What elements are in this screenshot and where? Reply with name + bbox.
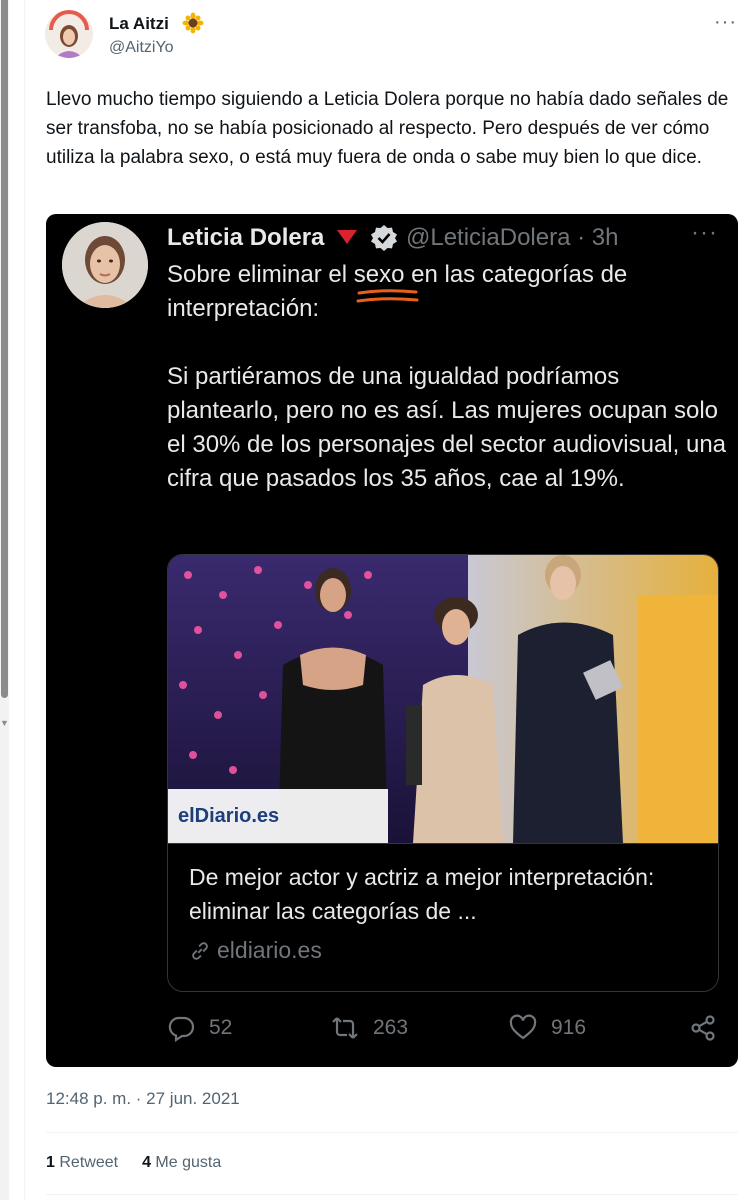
link-preview-card[interactable]: elDiario.es De mejor actor y actriz a me… [167, 554, 719, 992]
elDiario-logo: elDiario.es [178, 805, 280, 827]
more-options-icon[interactable]: ··· [714, 12, 737, 32]
underline-annotation-icon [356, 289, 419, 303]
reply-count: 52 [209, 1016, 233, 1039]
quoted-author-name[interactable]: Leticia Dolera [167, 224, 324, 252]
reply-button[interactable]: 52 [167, 1014, 232, 1042]
link-divider [168, 843, 718, 844]
quoted-more-icon[interactable]: ··· [691, 221, 718, 245]
quoted-handle-time[interactable]: @LeticiaDolera · 3h [406, 224, 618, 252]
reply-icon [168, 1016, 195, 1042]
link-preview-image[interactable]: elDiario.es [168, 555, 718, 843]
retweet-count: 263 [373, 1016, 409, 1039]
avatar[interactable] [45, 10, 93, 58]
scrollbar[interactable]: ▼ [0, 0, 9, 1200]
tweet-header: La Aitzi @AitziYo ··· [45, 10, 745, 62]
scrollbar-thumb[interactable] [1, 0, 8, 698]
red-triangle-icon [337, 230, 357, 244]
verified-icon [371, 225, 397, 251]
likes-stat[interactable]: 4 Me gusta [142, 1154, 221, 1172]
author-handle[interactable]: @AitziYo [109, 39, 174, 57]
link-title[interactable]: De mejor actor y actriz a mejor interpre… [189, 860, 699, 928]
share-button[interactable] [689, 1014, 717, 1042]
tweet-text: Llevo mucho tiempo siguiendo a Leticia D… [46, 89, 729, 168]
retweet-icon [332, 1017, 358, 1039]
quoted-avatar[interactable] [62, 222, 148, 308]
quoted-actions: 52 263 916 [167, 1014, 727, 1048]
quoted-text: Sobre eliminar el sexo en las categorías… [167, 261, 727, 492]
share-icon [691, 1015, 715, 1041]
link-icon [192, 941, 208, 960]
divider [46, 1194, 738, 1195]
retweet-button[interactable]: 263 [331, 1014, 408, 1042]
column-border [24, 0, 25, 1200]
sunflower-icon [182, 12, 204, 34]
tweet-timestamp[interactable]: 12:48 p. m. · 27 jun. 2021 [46, 1089, 240, 1109]
divider [46, 1132, 738, 1133]
like-button[interactable]: 916 [509, 1014, 586, 1042]
link-domain[interactable]: eldiario.es [189, 937, 322, 964]
author-name[interactable]: La Aitzi [109, 14, 169, 34]
heart-icon [509, 1014, 537, 1040]
tweet-stats: 1 Retweet 4 Me gusta [46, 1154, 221, 1172]
quoted-tweet[interactable]: Leticia Dolera @LeticiaDolera · 3h ··· S… [46, 214, 738, 1067]
scroll-down-icon[interactable]: ▼ [0, 718, 9, 728]
highlighted-word: sexo [353, 261, 405, 288]
like-count: 916 [551, 1016, 587, 1039]
retweets-stat[interactable]: 1 Retweet [46, 1154, 118, 1172]
